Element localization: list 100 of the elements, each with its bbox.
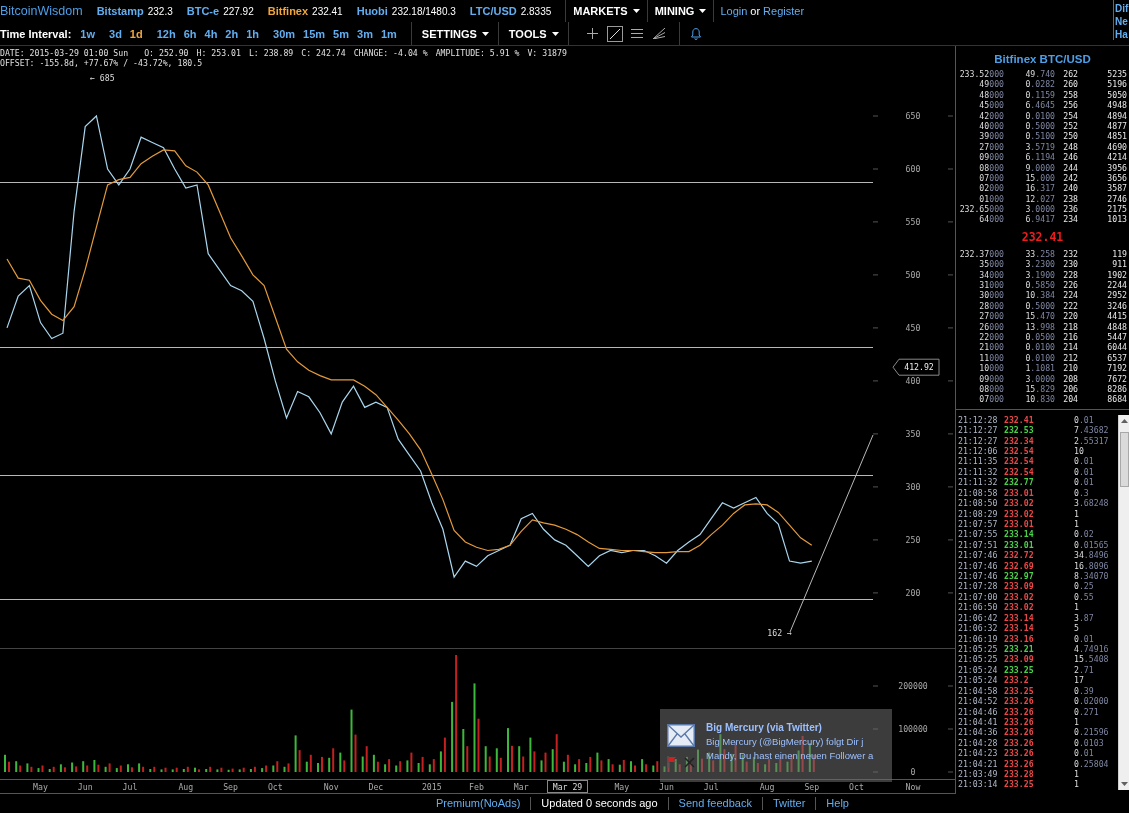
tick-mark xyxy=(947,274,954,276)
table-cell: 6044 xyxy=(1107,342,1127,353)
table-cell: 2952 xyxy=(1107,290,1127,301)
envelope-icon xyxy=(667,724,695,747)
table-cell: 232.54 xyxy=(1004,456,1034,467)
table-cell: 10.384 xyxy=(1025,290,1055,301)
flag-icon[interactable] xyxy=(667,756,676,768)
menu-button[interactable]: TOOLS xyxy=(497,22,568,45)
table-cell: 21:07:28 xyxy=(958,581,998,592)
table-cell: 233.01 xyxy=(1004,487,1034,499)
panel-text: Dif xyxy=(1115,2,1129,15)
table-cell: 233.01 xyxy=(1004,539,1034,551)
tick-mark xyxy=(947,486,954,488)
interval-button[interactable]: 12h xyxy=(156,27,176,40)
table-cell: 21:03:49 xyxy=(958,769,998,780)
table-cell: 21:11:32 xyxy=(958,466,998,478)
menu-button[interactable]: MINING xyxy=(646,0,715,22)
menu-button[interactable]: MARKETS xyxy=(565,0,647,22)
table-cell: 21:12:28 xyxy=(958,414,998,426)
table-cell: 233.26 xyxy=(1004,716,1034,728)
table-cell: 21:05:24 xyxy=(958,675,998,686)
table-cell: 10 xyxy=(1074,446,1084,457)
info-text: V: 31879 xyxy=(527,48,567,58)
table-cell: 233.26 xyxy=(1004,706,1034,717)
interval-button[interactable]: 3d xyxy=(109,27,122,40)
table-cell: 0.01 xyxy=(1074,633,1094,644)
close-icon[interactable] xyxy=(684,756,695,768)
tool-button[interactable] xyxy=(606,25,623,42)
table-cell: 233.26 xyxy=(1004,727,1034,738)
footer-link[interactable]: Help xyxy=(826,797,849,809)
toolbar-label: Time Interval: xyxy=(0,27,72,40)
caret-icon xyxy=(699,9,707,13)
table-cell: 0.271 xyxy=(1074,706,1099,717)
register-link[interactable]: Register xyxy=(763,5,805,17)
table-cell: 15.000 xyxy=(1025,172,1055,184)
footer-link[interactable]: Premium(NoAds) xyxy=(436,797,521,809)
tick-mark xyxy=(947,728,954,730)
table-cell: 15.470 xyxy=(1025,311,1055,322)
footer-link[interactable]: Twitter xyxy=(772,797,806,809)
market-link[interactable]: Bitfinex xyxy=(267,5,309,17)
tool-button[interactable] xyxy=(650,25,667,42)
scrollbar[interactable] xyxy=(1118,414,1129,790)
tick-mark xyxy=(872,221,879,223)
table-cell: 30000 xyxy=(979,290,1004,301)
table-cell: 21:04:41 xyxy=(958,716,998,728)
table-cell: 4877 xyxy=(1107,120,1127,132)
table-cell: 21:08:50 xyxy=(958,498,998,509)
market-price: 232.3 xyxy=(147,6,173,17)
table-cell: 5447 xyxy=(1107,332,1127,343)
market-link[interactable]: BTC-e xyxy=(186,5,220,17)
up-arrow-icon[interactable] xyxy=(1120,418,1128,423)
interval-button[interactable]: 1m xyxy=(380,27,397,40)
menu-button[interactable]: SETTINGS xyxy=(410,22,498,45)
table-cell: 0.25 xyxy=(1074,581,1094,592)
table-cell: 0.01 xyxy=(1074,456,1094,467)
table-cell: 242 xyxy=(1063,172,1078,184)
interval-button[interactable]: 2h xyxy=(225,27,239,40)
down-arrow-icon[interactable] xyxy=(1120,781,1128,786)
axis-label: 300 xyxy=(905,481,921,492)
table-cell: 233.16 xyxy=(1004,633,1034,644)
site-logo[interactable]: BitcoinWisdom xyxy=(0,4,83,18)
footer-link[interactable]: Send feedback xyxy=(678,797,752,809)
table-cell: 8.34070 xyxy=(1074,571,1109,582)
tool-button[interactable] xyxy=(584,25,601,42)
info-text: H: 253.01 xyxy=(196,48,241,58)
market-link[interactable]: Bitstamp xyxy=(96,5,144,17)
table-cell: 10.830 xyxy=(1025,394,1055,405)
axis-label: 550 xyxy=(905,216,921,227)
interval-button[interactable]: 3m xyxy=(357,27,373,40)
interval-button[interactable]: 1h xyxy=(246,27,260,40)
table-cell: 3587 xyxy=(1107,183,1127,194)
table-cell: 21:07:46 xyxy=(958,571,998,582)
market-link[interactable]: Huobi xyxy=(356,5,388,17)
line-icon xyxy=(609,28,620,39)
interval-button[interactable]: 6h xyxy=(183,27,197,40)
table-cell: 21:12:06 xyxy=(958,446,998,457)
table-cell: 214 xyxy=(1063,342,1078,353)
table-cell: 13.998 xyxy=(1025,321,1055,332)
table-cell: 3.68248 xyxy=(1074,498,1109,509)
tick-mark xyxy=(872,327,879,329)
scrollbar-thumb[interactable] xyxy=(1119,431,1129,487)
market-link[interactable]: LTC/USD xyxy=(469,5,517,17)
table-cell: 21:05:25 xyxy=(958,644,998,655)
interval-button[interactable]: 15m xyxy=(303,27,326,40)
table-cell: 12.027 xyxy=(1025,193,1055,205)
table-cell: 15.5408 xyxy=(1074,654,1109,665)
axis-label: May xyxy=(614,781,630,792)
interval-button[interactable]: 1d xyxy=(129,27,143,40)
interval-button[interactable]: 4h xyxy=(204,27,218,40)
bell-icon[interactable] xyxy=(690,27,701,40)
login-link[interactable]: Login xyxy=(720,5,748,17)
table-cell: 21:03:14 xyxy=(958,779,998,790)
axis-label: 200000 xyxy=(898,681,928,691)
interval-button[interactable]: 5m xyxy=(333,27,349,40)
interval-button[interactable]: 1w xyxy=(80,27,95,40)
table-cell: 45000 xyxy=(979,100,1004,111)
info-text: O: 252.90 xyxy=(144,48,189,58)
table-cell: 09000 xyxy=(979,152,1004,163)
table-cell: 0.02 xyxy=(1074,529,1094,540)
interval-button[interactable]: 30m xyxy=(273,27,296,40)
